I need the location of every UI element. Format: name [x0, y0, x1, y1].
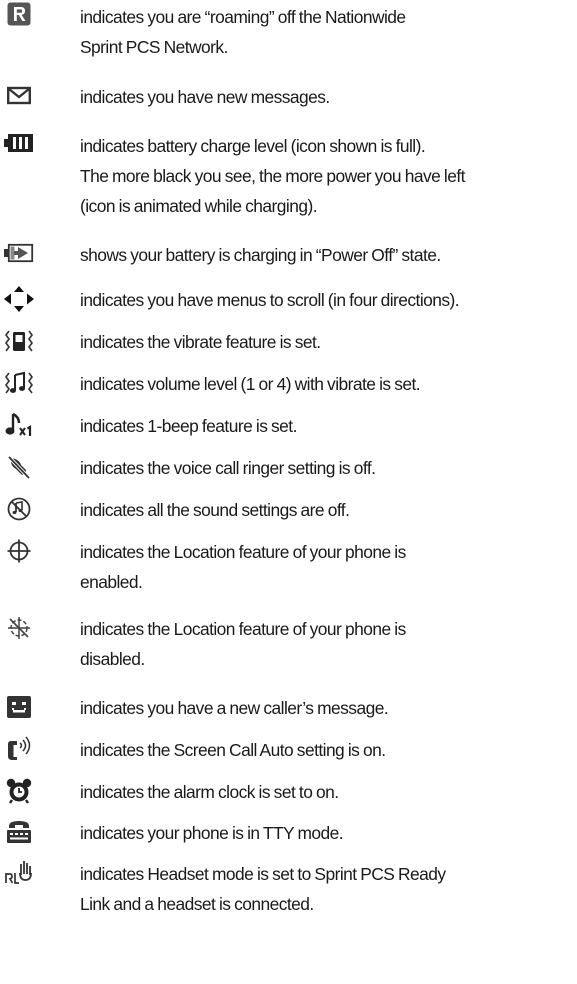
- envelope-icon: [4, 82, 34, 110]
- description-line: indicates the Screen Call Auto setting i…: [80, 740, 386, 760]
- item-description: indicates the vibrate feature is set.: [80, 327, 577, 357]
- roaming-r-icon: [4, 2, 34, 30]
- one-beep-icon: [4, 411, 34, 439]
- description-line: indicates you have new messages.: [80, 87, 330, 107]
- tty-icon: [4, 818, 34, 846]
- item-description: indicates you have a new caller’s messag…: [80, 693, 577, 723]
- item-description: indicates the alarm clock is set to on.: [80, 777, 577, 807]
- item-description: indicates all the sound settings are off…: [80, 495, 577, 525]
- description-line: indicates all the sound settings are off…: [80, 500, 350, 520]
- description-line: indicates your phone is in TTY mode.: [80, 823, 344, 843]
- location-on-icon: [4, 537, 34, 565]
- description-line: indicates 1-beep feature is set.: [80, 416, 297, 436]
- battery-charging-icon: [4, 240, 34, 268]
- description-line: indicates the vibrate feature is set.: [80, 332, 321, 352]
- item-description: indicates 1-beep feature is set.: [80, 411, 577, 441]
- description-line: indicates the Location feature of your p…: [80, 542, 406, 562]
- volume-vibrate-icon: [4, 369, 34, 397]
- description-line: indicates volume level (1 or 4) with vib…: [80, 374, 421, 394]
- description-line: indicates you are “roaming” off the Nati…: [80, 7, 406, 27]
- description-line: Link and a headset is connected.: [80, 894, 314, 914]
- item-description: indicates battery charge level (icon sho…: [80, 131, 577, 221]
- item-description: indicates you are “roaming” off the Nati…: [80, 2, 577, 62]
- description-line: indicates the voice call ringer setting …: [80, 458, 376, 478]
- item-description: indicates Headset mode is set to Sprint …: [80, 859, 577, 919]
- status-icon-legend: indicates you are “roaming” off the Nati…: [0, 0, 577, 984]
- item-description: indicates you have menus to scroll (in f…: [80, 285, 577, 315]
- alarm-clock-icon: [4, 777, 34, 805]
- ringer-off-icon: [4, 453, 34, 481]
- caller-message-icon: [4, 693, 34, 721]
- description-line: disabled.: [80, 649, 145, 669]
- four-way-scroll-icon: [4, 285, 34, 313]
- description-line: indicates Headset mode is set to Sprint …: [80, 864, 446, 884]
- description-line: indicates the Location feature of your p…: [80, 619, 406, 639]
- battery-full-icon: [4, 131, 34, 159]
- description-line: (icon is animated while charging).: [80, 196, 318, 216]
- description-line: indicates you have menus to scroll (in f…: [80, 290, 460, 310]
- location-off-icon: [4, 614, 34, 642]
- headset-readylink-icon: [4, 859, 34, 887]
- screen-call-icon: [4, 735, 34, 763]
- description-line: indicates you have a new caller’s messag…: [80, 698, 389, 718]
- item-description: indicates you have new messages.: [80, 82, 577, 112]
- description-line: The more black you see, the more power y…: [80, 166, 465, 186]
- description-line: shows your battery is charging in “Power…: [80, 245, 441, 265]
- description-line: indicates battery charge level (icon sho…: [80, 136, 426, 156]
- item-description: indicates the Screen Call Auto setting i…: [80, 735, 577, 765]
- item-description: indicates your phone is in TTY mode.: [80, 818, 577, 848]
- description-line: indicates the alarm clock is set to on.: [80, 782, 339, 802]
- item-description: indicates the Location feature of your p…: [80, 614, 577, 674]
- item-description: indicates the voice call ringer setting …: [80, 453, 577, 483]
- item-description: shows your battery is charging in “Power…: [80, 240, 577, 270]
- all-sounds-off-icon: [4, 495, 34, 523]
- vibrate-icon: [4, 327, 34, 355]
- description-line: Sprint PCS Network.: [80, 37, 228, 57]
- description-line: enabled.: [80, 572, 143, 592]
- item-description: indicates volume level (1 or 4) with vib…: [80, 369, 577, 399]
- item-description: indicates the Location feature of your p…: [80, 537, 577, 597]
